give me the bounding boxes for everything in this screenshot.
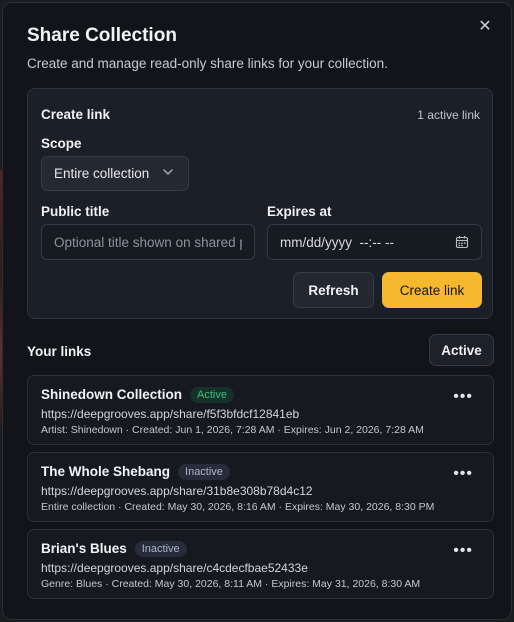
- share-link-item: The Whole Shebang Inactive https://deepgr…: [27, 452, 494, 522]
- status-badge: Inactive: [178, 464, 230, 480]
- chevron-down-icon: [163, 169, 173, 175]
- share-link-url[interactable]: https://deepgrooves.app/share/31b8e308b7…: [41, 484, 313, 498]
- share-link-name: Shinedown Collection Active: [41, 387, 234, 403]
- share-link-meta: Entire collection · Created: May 30, 202…: [41, 501, 435, 513]
- expires-at-input[interactable]: mm/dd/yyyy --:-- --: [267, 224, 482, 260]
- status-filter-button[interactable]: Active: [429, 334, 494, 366]
- expires-at-label: Expires at: [267, 204, 332, 219]
- create-link-heading: Create link: [41, 107, 111, 122]
- close-icon[interactable]: ✕: [475, 17, 495, 37]
- dialog-subtitle: Create and manage read-only share links …: [27, 56, 388, 71]
- dialog-title: Share Collection: [27, 25, 177, 46]
- share-link-title: Shinedown Collection: [41, 387, 182, 402]
- share-link-title: The Whole Shebang: [41, 464, 171, 479]
- share-link-meta: Genre: Blues · Created: May 30, 2026, 8:…: [41, 578, 421, 590]
- public-title-label: Public title: [41, 204, 110, 219]
- share-link-title: Brian's Blues: [41, 541, 127, 556]
- refresh-button[interactable]: Refresh: [293, 272, 374, 308]
- your-links-heading: Your links: [27, 344, 92, 359]
- more-options-icon[interactable]: •••: [453, 389, 473, 405]
- active-link-count: 1 active link: [417, 108, 480, 122]
- more-options-icon[interactable]: •••: [453, 543, 473, 559]
- share-link-item: Brian's Blues Inactive https://deepgroove…: [27, 529, 494, 599]
- share-link-item: Shinedown Collection Active https://deepg…: [27, 375, 494, 445]
- create-link-button[interactable]: Create link: [382, 272, 482, 308]
- share-link-url[interactable]: https://deepgrooves.app/share/c4cdecfbae…: [41, 561, 308, 575]
- public-title-input[interactable]: [41, 224, 255, 260]
- share-collection-dialog: ✕ Share Collection Create and manage rea…: [2, 2, 512, 620]
- share-link-url[interactable]: https://deepgrooves.app/share/f5f3bfdcf1…: [41, 407, 299, 421]
- status-badge: Active: [190, 387, 234, 403]
- more-options-icon[interactable]: •••: [453, 466, 473, 482]
- share-link-meta: Artist: Shinedown · Created: Jun 1, 2026…: [41, 424, 424, 436]
- scope-select[interactable]: Entire collection: [41, 156, 189, 191]
- expires-at-value: mm/dd/yyyy --:-- --: [280, 234, 394, 250]
- scope-select-value: Entire collection: [54, 166, 150, 181]
- calendar-icon[interactable]: [455, 235, 469, 249]
- scope-label: Scope: [41, 136, 82, 151]
- create-link-card: Create link 1 active link Scope Entire c…: [27, 88, 493, 319]
- status-badge: Inactive: [134, 541, 187, 557]
- share-link-name: The Whole Shebang Inactive: [41, 464, 230, 480]
- share-link-name: Brian's Blues Inactive: [41, 541, 187, 557]
